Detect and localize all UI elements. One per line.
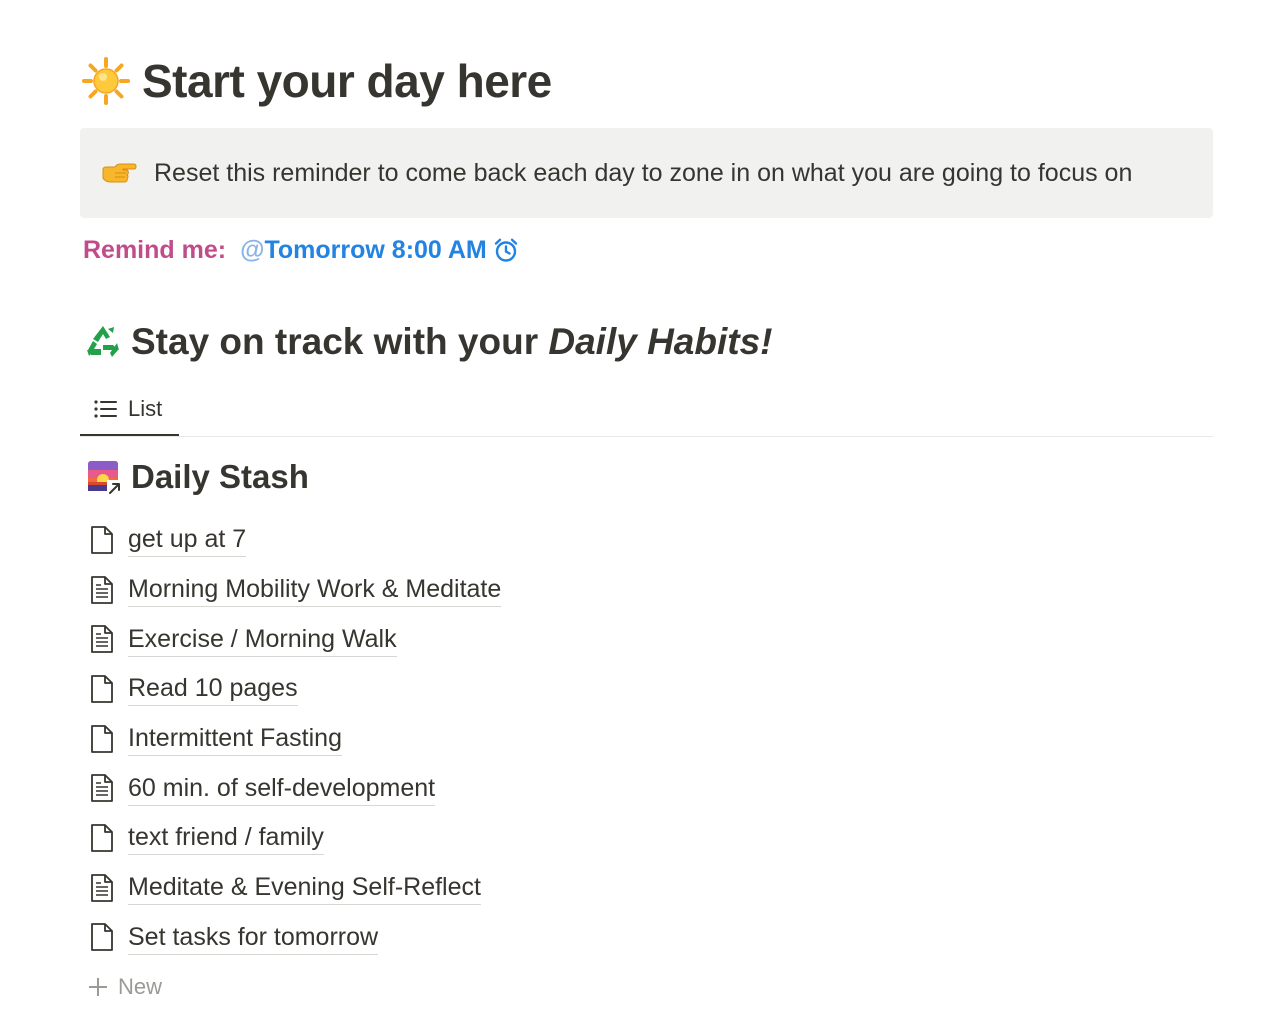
list-item[interactable]: text friend / family [80,813,1213,863]
list-item-label: text friend / family [128,820,324,856]
habits-heading-text[interactable]: Stay on track with your Daily Habits! [131,321,773,363]
sunrise-linked-icon [86,458,124,496]
mention-at-symbol: @ [240,235,265,264]
habits-heading-italic: Daily Habits! [548,321,773,362]
page-icon [88,674,116,704]
tab-list[interactable]: List [80,384,179,436]
new-item-label: New [118,974,163,999]
page-title[interactable]: Start your day here [142,54,552,108]
pointing-hand-icon[interactable] [100,158,138,188]
alarm-clock-icon[interactable] [493,237,519,263]
list-item-label: 60 min. of self-development [128,771,436,806]
list-item-label: Meditate & Evening Self-Reflect [128,870,481,906]
callout: Reset this reminder to come back each da… [80,128,1213,218]
habits-heading: Stay on track with your Daily Habits! [83,316,773,368]
view-tabs: List [80,384,1213,437]
page-icon [88,525,116,555]
list-item-label: get up at 7 [128,522,247,558]
list-item[interactable]: Intermittent Fasting [80,714,1213,764]
list-item-label: Morning Mobility Work & Meditate [128,572,502,608]
page-text-icon [88,773,116,803]
plus-icon [88,977,108,997]
tab-list-label: List [128,396,163,421]
page-title-row: Start your day here [80,48,552,114]
database-list: get up at 7 Morning Mobility Work & Medi… [80,515,1213,962]
page: Start your day here Reset this reminder … [80,0,1213,1031]
list-item[interactable]: get up at 7 [80,515,1213,565]
list-item-label: Read 10 pages [128,671,298,707]
list-item[interactable]: Read 10 pages [80,664,1213,714]
list-item-label: Intermittent Fasting [128,721,342,757]
reminder-mention[interactable]: @Tomorrow 8:00 AM [240,236,487,265]
callout-text[interactable]: Reset this reminder to come back each da… [154,159,1132,188]
list-item[interactable]: 60 min. of self-development [80,763,1213,813]
reminder-row: Remind me: @Tomorrow 8:00 AM [83,232,519,268]
recycle-icon [83,322,123,362]
page-text-icon [88,624,116,654]
page-text-icon [88,873,116,903]
list-item[interactable]: Set tasks for tomorrow [80,913,1213,963]
page-icon [88,922,116,952]
page-icon [88,823,116,853]
list-item-label: Set tasks for tomorrow [128,920,379,955]
habits-heading-plain: Stay on track with your [131,321,549,362]
list-item[interactable]: Meditate & Evening Self-Reflect [80,863,1213,913]
database-title-row: Daily Stash [86,454,309,500]
reminder-date: Tomorrow 8:00 AM [264,235,487,264]
sun-icon[interactable] [80,55,132,107]
page-icon [88,724,116,754]
reminder-label: Remind me: [83,235,227,264]
page-text-icon [88,575,116,605]
database-title[interactable]: Daily Stash [131,458,309,496]
list-icon [94,399,118,419]
new-item-button[interactable]: New [88,970,162,1004]
list-item[interactable]: Morning Mobility Work & Meditate [80,565,1213,615]
list-item[interactable]: Exercise / Morning Walk [80,614,1213,664]
list-item-label: Exercise / Morning Walk [128,622,397,657]
